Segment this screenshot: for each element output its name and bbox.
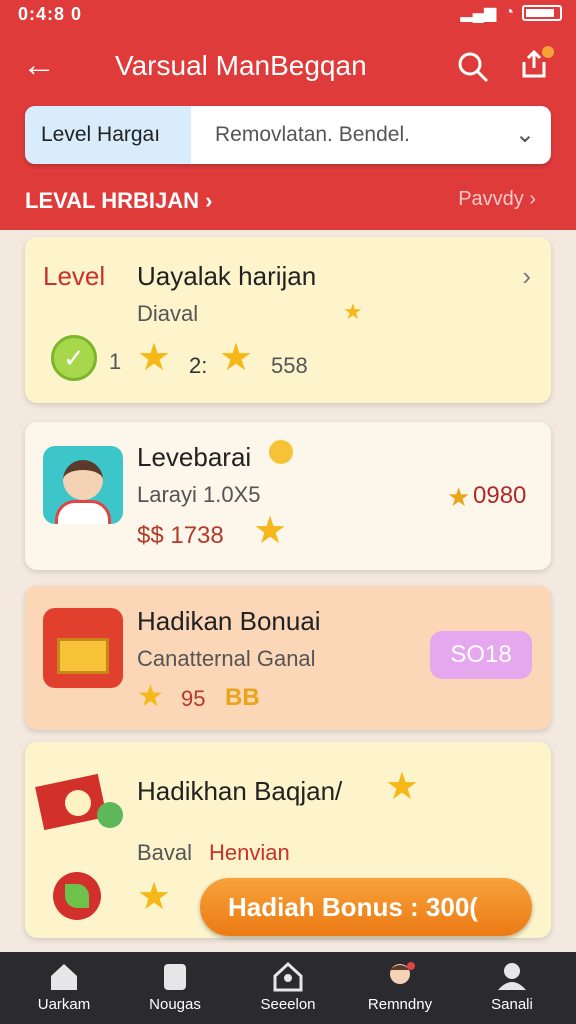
segment-left[interactable]: Level Hargaı <box>25 106 191 164</box>
battery-icon <box>522 5 562 21</box>
price: $$ 1738 <box>137 522 224 549</box>
bottom-nav: Uarkam Nougas Seeelon Remndny Sanali <box>0 952 576 1024</box>
nav-label: Nougas <box>149 996 201 1013</box>
avatar-icon <box>390 962 415 984</box>
status-bar: 0:4:8 0 ▂▄▆ ◔ <box>0 0 576 30</box>
badge-text: BB <box>225 684 260 711</box>
ticket-icon <box>35 770 123 834</box>
card-subtitle: Baval <box>137 840 193 865</box>
page-title: Varsual ManBegqan <box>115 50 367 81</box>
section-title[interactable]: LEVAL HRBIJAN › <box>25 188 212 214</box>
chevron-down-icon[interactable]: ⌄ <box>515 120 535 149</box>
card-title: Hadikhan Baqjan/ <box>137 776 343 806</box>
segment-control[interactable]: Level Hargaı Removlatan. Bendel. ⌄ <box>25 106 551 164</box>
avatar <box>43 446 123 524</box>
product-card[interactable]: Levebarai Larayi 1.0X5 $$ 1738 ★ ★ 0980 <box>25 422 551 570</box>
score: 0980 <box>473 482 527 509</box>
status-time: 0:4:8 0 <box>18 4 83 24</box>
card-subtitle: Larayi 1.0X5 <box>137 482 261 507</box>
nav-label: Remndny <box>367 996 433 1013</box>
star-icon: ★ <box>219 337 254 379</box>
chevron-right-icon[interactable]: › <box>522 261 531 292</box>
card-title: Hadikan Bonuai <box>137 606 321 636</box>
star-icon: ★ <box>137 680 164 713</box>
nav-label: Uarkam <box>37 996 91 1013</box>
section-link[interactable]: Pavvdy › <box>458 188 536 211</box>
stat-1: 1 <box>109 349 122 374</box>
card-subtitle: Canatternal Ganal <box>137 646 316 671</box>
level-card[interactable]: Level Uayalak harijan › Diaval ★ ✓ 1 ★ 2… <box>25 237 551 403</box>
nav-item-home[interactable]: Uarkam <box>14 960 114 1013</box>
purple-pill-button[interactable]: SO18 <box>430 631 532 679</box>
status-icons: ▂▄▆ ◔ <box>460 3 562 23</box>
top-bar: ← Varsual ManBegqan <box>0 40 576 94</box>
star-icon: ★ <box>447 482 471 512</box>
nav-item-home2[interactable]: Seeelon <box>238 960 338 1013</box>
nav-label: Seeelon <box>260 996 316 1013</box>
card-title: Levebarai <box>137 442 252 472</box>
stat-2: 2: <box>189 353 208 378</box>
count: 95 <box>181 686 206 711</box>
card-subtitle: Diaval <box>137 301 199 326</box>
house-icon <box>273 961 303 992</box>
badge-icon <box>269 440 293 464</box>
card-title: Uayalak harijan <box>137 261 317 291</box>
star-icon: ★ <box>343 299 363 324</box>
wifi-icon: ◔ <box>504 4 514 21</box>
bonus-button[interactable]: Hadiah Bonus : 300( <box>200 878 532 936</box>
card-subtitle-accent: Henvian <box>209 840 290 865</box>
user-icon <box>498 963 526 990</box>
bonus-card[interactable]: Hadikan Bonuai Canatternal Ganal ★ 95 BB… <box>25 586 551 730</box>
share-button[interactable] <box>518 46 554 82</box>
home-icon <box>51 964 77 990</box>
star-icon: ★ <box>385 766 420 808</box>
section-row: LEVAL HRBIJAN › Pavvdy › <box>0 180 576 220</box>
nav-item-cards[interactable]: Nougas <box>125 960 225 1013</box>
search-icon[interactable] <box>456 50 490 84</box>
nav-item-user[interactable]: Sanali <box>462 960 562 1013</box>
gift-basket-icon <box>43 608 123 688</box>
card-icon <box>164 964 186 990</box>
nav-label: Sanali <box>491 996 533 1013</box>
header: 0:4:8 0 ▂▄▆ ◔ ← Varsual ManBegqan Level … <box>0 0 576 230</box>
back-arrow-icon[interactable]: ← <box>22 48 56 82</box>
signal-icon: ▂▄▆ <box>460 5 497 22</box>
star-icon: ★ <box>137 337 172 379</box>
star-icon: ★ <box>137 876 172 918</box>
segment-right[interactable]: Removlatan. Bendel. <box>215 123 410 147</box>
check-icon: ✓ <box>51 335 97 381</box>
stat-3: 558 <box>271 353 308 378</box>
notification-dot <box>542 46 554 58</box>
level-label: Level <box>43 261 106 291</box>
nav-item-profile[interactable]: Remndny <box>350 960 450 1013</box>
leaf-icon <box>53 872 101 920</box>
star-icon: ★ <box>253 510 288 552</box>
